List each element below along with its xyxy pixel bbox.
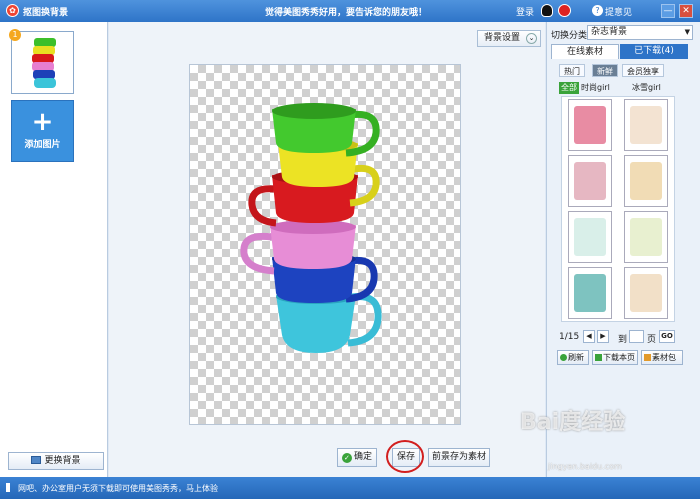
cups-thumbnail-image — [32, 38, 56, 88]
confirm-label: 确定 — [353, 452, 372, 462]
window-title: 抠图换背景 — [23, 8, 69, 18]
filter-vip[interactable]: 会员独享 — [622, 64, 664, 77]
speaker-icon — [6, 483, 14, 492]
watermark-logo: Bai度经验 — [520, 410, 626, 435]
minimize-button[interactable]: — — [661, 4, 675, 18]
refresh-label: 刷新 — [568, 353, 584, 362]
material-tile[interactable] — [568, 267, 612, 319]
subfilter-all[interactable]: 全部 — [559, 82, 579, 94]
promo-link[interactable]: 觉得美图秀秀好用，要告诉您的朋友哦！ — [265, 5, 427, 18]
pagination: 1/15 ◀ ▶ 到 页 GO — [559, 330, 699, 345]
filter-new[interactable]: 新鲜 — [592, 64, 618, 77]
subfilter-ice-girl[interactable]: 冰雪girl — [632, 82, 661, 94]
canvas-area: 背景设置 ⌄ ✓ 确定 保存 前景存为素材 — [109, 22, 545, 477]
material-tile[interactable] — [568, 211, 612, 263]
confirm-button[interactable]: ✓ 确定 — [337, 448, 377, 467]
page-number-input[interactable] — [629, 330, 644, 343]
app-logo-icon: ✿ — [6, 4, 19, 17]
material-tile[interactable] — [624, 211, 668, 263]
next-page-button[interactable]: ▶ — [597, 330, 609, 343]
highlight-circle — [386, 440, 424, 473]
material-tile[interactable] — [624, 155, 668, 207]
download-page-button[interactable]: 下载本页 — [592, 350, 638, 365]
material-tile[interactable] — [568, 99, 612, 151]
subfilter-row: 全部 时尚girl 冰雪girl — [559, 82, 689, 94]
background-settings-dropdown[interactable]: 背景设置 ⌄ — [477, 30, 541, 47]
change-background-button[interactable]: 更换背景 — [8, 452, 104, 470]
add-image-label: 添加图片 — [24, 140, 61, 150]
category-value: 杂志背景 — [591, 27, 628, 37]
tab-online-materials[interactable]: 在线素材 — [551, 44, 619, 59]
watermark-url: jingyan.baidu.com — [548, 462, 622, 471]
go-to-label: 到 — [618, 335, 628, 345]
refresh-icon — [560, 354, 567, 361]
package-icon — [644, 354, 651, 361]
page-suffix-label: 页 — [647, 335, 657, 345]
add-image-button[interactable]: + 添加图片 — [11, 100, 74, 162]
material-tabs: 在线素材 已下载(4) — [551, 44, 694, 59]
chevron-down-icon: ⌄ — [526, 33, 537, 44]
download-page-label: 下载本页 — [603, 353, 635, 362]
title-bar: ✿ 抠图换背景 觉得美图秀秀好用，要告诉您的朋友哦！ 登录 ? 提意见 — ✕ — [0, 0, 700, 22]
save-foreground-as-material-button[interactable]: 前景存为素材 — [428, 448, 490, 467]
page-indicator: 1/15 — [559, 332, 580, 342]
status-message[interactable]: 网吧、办公室用户无须下载即可使用美图秀秀，马上体验 — [18, 483, 218, 494]
transparent-canvas[interactable] — [189, 64, 461, 425]
material-pack-label: 素材包 — [652, 353, 676, 362]
go-button[interactable]: GO — [659, 330, 675, 343]
login-link[interactable]: 登录 — [516, 5, 534, 18]
material-tile[interactable] — [568, 155, 612, 207]
qq-icon[interactable] — [541, 4, 553, 17]
refresh-button[interactable]: 刷新 — [557, 350, 589, 365]
background-settings-label: 背景设置 — [484, 33, 521, 43]
status-bar: 网吧、办公室用户无须下载即可使用美图秀秀，马上体验 — [0, 477, 700, 499]
stacked-cups-image — [240, 103, 382, 353]
change-background-label: 更换背景 — [44, 456, 81, 466]
material-grid — [561, 96, 675, 322]
image-thumbnail[interactable]: 1 — [9, 29, 74, 94]
plus-icon: + — [31, 107, 54, 137]
material-pack-button[interactable]: 素材包 — [641, 350, 683, 365]
download-icon — [595, 354, 602, 361]
check-icon: ✓ — [341, 453, 352, 463]
material-actions: 刷新 下载本页 素材包 — [557, 350, 697, 365]
picture-icon — [31, 456, 42, 464]
chevron-down-icon: ▼ — [684, 28, 690, 36]
filter-hot[interactable]: 热门 — [559, 64, 585, 77]
filter-row: 热门 新鲜 会员独享 — [559, 64, 689, 77]
material-tile[interactable] — [624, 99, 668, 151]
prev-page-button[interactable]: ◀ — [583, 330, 595, 343]
feedback-link[interactable]: 提意见 — [605, 5, 632, 18]
weibo-icon[interactable] — [558, 4, 571, 17]
category-select[interactable]: 杂志背景 ▼ — [587, 25, 693, 40]
close-button[interactable]: ✕ — [679, 4, 693, 18]
feedback-icon[interactable]: ? — [592, 5, 603, 16]
category-label: 切换分类 — [551, 31, 588, 41]
left-panel: 1 + 添加图片 更换背景 — [0, 22, 108, 477]
thumbnail-badge: 1 — [9, 29, 21, 41]
material-tile[interactable] — [624, 267, 668, 319]
tab-downloaded[interactable]: 已下载(4) — [620, 44, 688, 59]
subfilter-fashion-girl[interactable]: 时尚girl — [581, 82, 610, 94]
